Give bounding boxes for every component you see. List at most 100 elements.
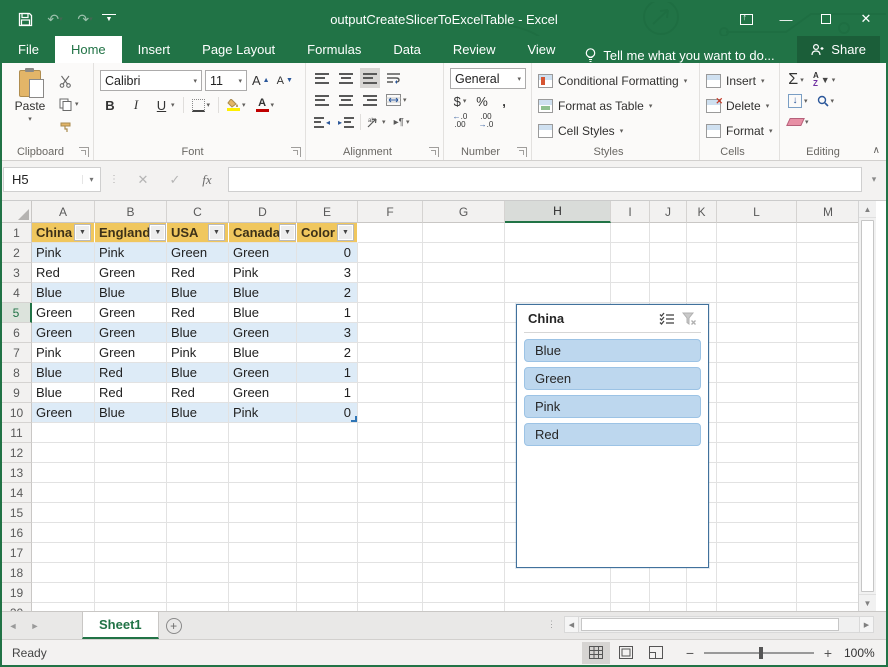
cell-A3[interactable]: Red bbox=[32, 263, 95, 283]
cell-E11[interactable] bbox=[297, 423, 358, 443]
cell-C10[interactable]: Blue bbox=[167, 403, 229, 423]
cell-L11[interactable] bbox=[717, 423, 797, 443]
number-dialog-launcher-icon[interactable] bbox=[517, 147, 527, 157]
cell-G15[interactable] bbox=[423, 503, 505, 523]
cell-M12[interactable] bbox=[797, 443, 860, 463]
bold-button[interactable]: B bbox=[100, 95, 120, 115]
cell-F6[interactable] bbox=[358, 323, 423, 343]
cell-C7[interactable]: Pink bbox=[167, 343, 229, 363]
cell-styles-button[interactable]: Cell Styles▾ bbox=[538, 120, 687, 141]
sheet-tab-sheet1[interactable]: Sheet1 bbox=[82, 612, 159, 639]
cell-D17[interactable] bbox=[229, 543, 297, 563]
cell-B14[interactable] bbox=[95, 483, 167, 503]
column-header-d[interactable]: D bbox=[229, 201, 297, 223]
cell-D14[interactable] bbox=[229, 483, 297, 503]
cell-C4[interactable]: Blue bbox=[167, 283, 229, 303]
cell-G7[interactable] bbox=[423, 343, 505, 363]
share-button[interactable]: Share bbox=[797, 36, 880, 63]
font-dialog-launcher-icon[interactable] bbox=[291, 147, 301, 157]
row-header-12[interactable]: 12 bbox=[2, 443, 32, 463]
insert-cells-button[interactable]: Insert▾ bbox=[706, 70, 773, 91]
paste-button[interactable]: Paste ▾ bbox=[8, 68, 52, 142]
cell-C11[interactable] bbox=[167, 423, 229, 443]
select-all-corner[interactable] bbox=[2, 201, 32, 223]
align-right-button[interactable] bbox=[360, 90, 380, 110]
cell-M17[interactable] bbox=[797, 543, 860, 563]
cell-B5[interactable]: Green bbox=[95, 303, 167, 323]
cell-D7[interactable]: Blue bbox=[229, 343, 297, 363]
cell-A20[interactable] bbox=[32, 603, 95, 611]
sheet-nav-left-icon[interactable]: ◄ bbox=[2, 612, 24, 639]
increase-decimal-button[interactable]: ←.0.00 bbox=[450, 111, 470, 131]
collapse-ribbon-icon[interactable]: ∧ bbox=[873, 145, 880, 156]
conditional-formatting-button[interactable]: Conditional Formatting▾ bbox=[538, 70, 687, 91]
tab-split-handle[interactable]: ⋮ bbox=[547, 619, 556, 630]
cell-G12[interactable] bbox=[423, 443, 505, 463]
cell-M1[interactable] bbox=[797, 223, 860, 243]
vertical-scroll-thumb[interactable] bbox=[861, 220, 874, 592]
enter-formula-icon[interactable]: ✓ bbox=[160, 167, 190, 192]
cell-D1[interactable]: Canada▼ bbox=[229, 223, 297, 243]
format-cells-button[interactable]: Format▾ bbox=[706, 120, 773, 141]
zoom-slider-thumb[interactable] bbox=[759, 647, 763, 659]
cell-M11[interactable] bbox=[797, 423, 860, 443]
formula-bar-drag-handle[interactable]: ⋮ bbox=[109, 174, 120, 185]
cell-G19[interactable] bbox=[423, 583, 505, 603]
cell-L1[interactable] bbox=[717, 223, 797, 243]
cell-E18[interactable] bbox=[297, 563, 358, 583]
cell-F14[interactable] bbox=[358, 483, 423, 503]
row-header-13[interactable]: 13 bbox=[2, 463, 32, 483]
horizontal-scroll-track[interactable] bbox=[579, 616, 859, 633]
cell-E3[interactable]: 3 bbox=[297, 263, 358, 283]
cell-M7[interactable] bbox=[797, 343, 860, 363]
cell-A7[interactable]: Pink bbox=[32, 343, 95, 363]
insert-function-icon[interactable]: fx bbox=[192, 167, 222, 192]
cell-M16[interactable] bbox=[797, 523, 860, 543]
cell-M15[interactable] bbox=[797, 503, 860, 523]
cell-C9[interactable]: Red bbox=[167, 383, 229, 403]
cell-B10[interactable]: Blue bbox=[95, 403, 167, 423]
row-header-3[interactable]: 3 bbox=[2, 263, 32, 283]
cell-B9[interactable]: Red bbox=[95, 383, 167, 403]
cell-C8[interactable]: Blue bbox=[167, 363, 229, 383]
cell-B4[interactable]: Blue bbox=[95, 283, 167, 303]
cell-F4[interactable] bbox=[358, 283, 423, 303]
cell-C3[interactable]: Red bbox=[167, 263, 229, 283]
cell-M20[interactable] bbox=[797, 603, 860, 611]
multi-select-icon[interactable] bbox=[656, 310, 678, 328]
cell-H1[interactable] bbox=[505, 223, 611, 243]
percent-button[interactable]: % bbox=[472, 91, 492, 111]
cell-E10[interactable]: 0 bbox=[297, 403, 358, 423]
new-sheet-button[interactable]: + bbox=[159, 612, 189, 639]
cell-E9[interactable]: 1 bbox=[297, 383, 358, 403]
cell-K19[interactable] bbox=[687, 583, 717, 603]
sheet-nav-right-icon[interactable]: ► bbox=[24, 612, 46, 639]
underline-button[interactable]: U▾ bbox=[152, 95, 177, 115]
decrease-indent-button[interactable]: ◂ bbox=[312, 112, 332, 132]
cell-C15[interactable] bbox=[167, 503, 229, 523]
cell-B11[interactable] bbox=[95, 423, 167, 443]
cell-A18[interactable] bbox=[32, 563, 95, 583]
cell-M10[interactable] bbox=[797, 403, 860, 423]
cell-G2[interactable] bbox=[423, 243, 505, 263]
cell-B20[interactable] bbox=[95, 603, 167, 611]
cell-E16[interactable] bbox=[297, 523, 358, 543]
cell-M8[interactable] bbox=[797, 363, 860, 383]
cell-M13[interactable] bbox=[797, 463, 860, 483]
cell-G20[interactable] bbox=[423, 603, 505, 611]
filter-dropdown-icon[interactable]: ▼ bbox=[280, 225, 295, 240]
cell-L5[interactable] bbox=[717, 303, 797, 323]
grow-font-button[interactable]: A▲ bbox=[250, 71, 272, 91]
tab-page-layout[interactable]: Page Layout bbox=[186, 36, 291, 63]
cell-D4[interactable]: Blue bbox=[229, 283, 297, 303]
scroll-down-icon[interactable]: ▼ bbox=[859, 594, 876, 611]
cell-E13[interactable] bbox=[297, 463, 358, 483]
scroll-up-icon[interactable]: ▲ bbox=[859, 201, 876, 218]
cell-E8[interactable]: 1 bbox=[297, 363, 358, 383]
zoom-out-icon[interactable]: − bbox=[684, 645, 696, 661]
column-header-h[interactable]: H bbox=[505, 201, 611, 223]
tab-insert[interactable]: Insert bbox=[122, 36, 187, 63]
name-box[interactable]: H5 ▾ bbox=[3, 167, 101, 192]
cell-D12[interactable] bbox=[229, 443, 297, 463]
row-header-15[interactable]: 15 bbox=[2, 503, 32, 523]
